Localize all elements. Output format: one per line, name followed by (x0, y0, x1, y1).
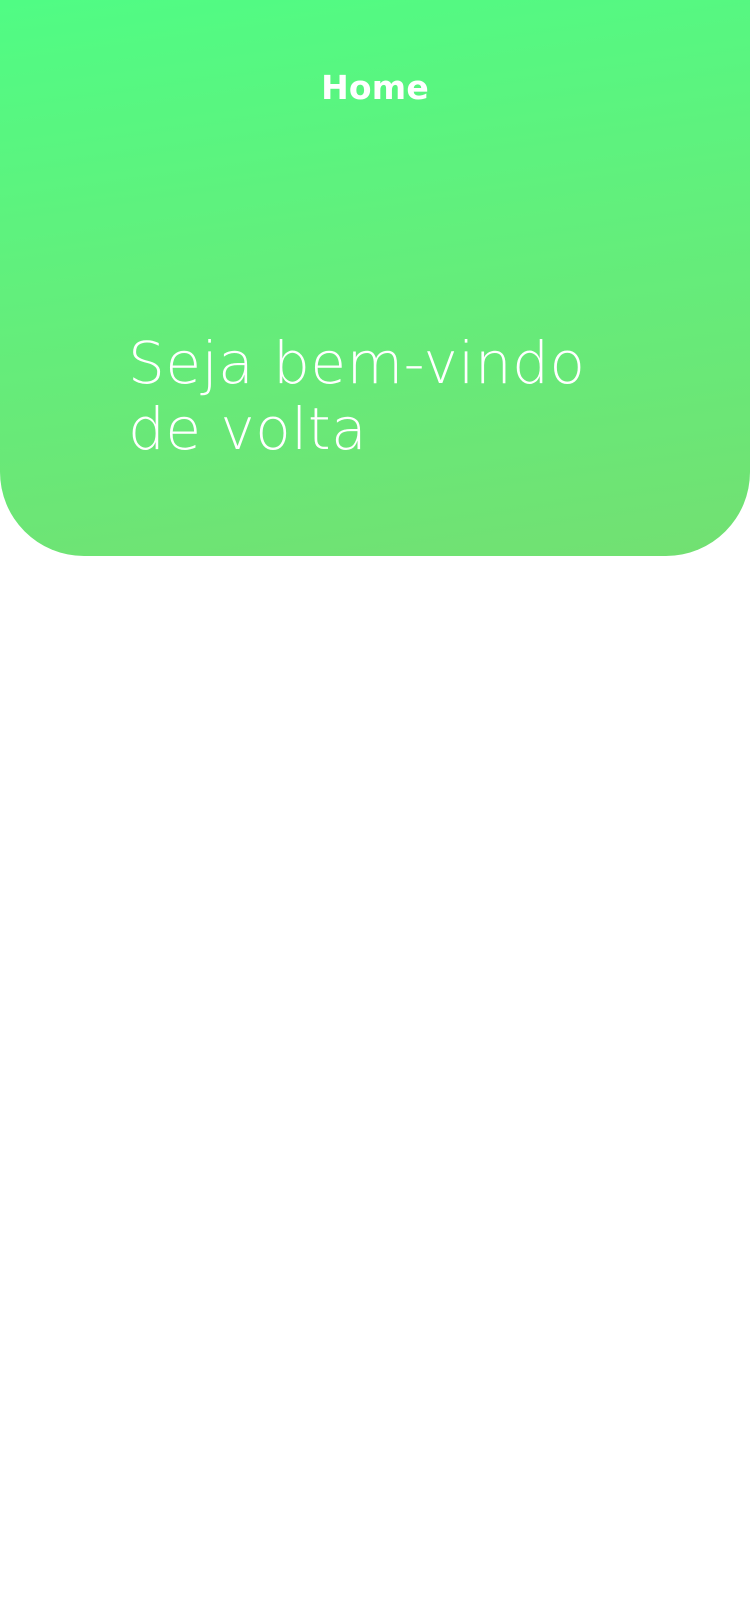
welcome-heading: Seja bem-vindo de volta (128, 330, 648, 462)
page-title: Home (321, 68, 429, 107)
welcome-line-2: de volta (128, 395, 368, 463)
header-card: Home Seja bem-vindo de volta (0, 0, 750, 556)
welcome-line-1: Seja bem-vindo (128, 329, 586, 397)
